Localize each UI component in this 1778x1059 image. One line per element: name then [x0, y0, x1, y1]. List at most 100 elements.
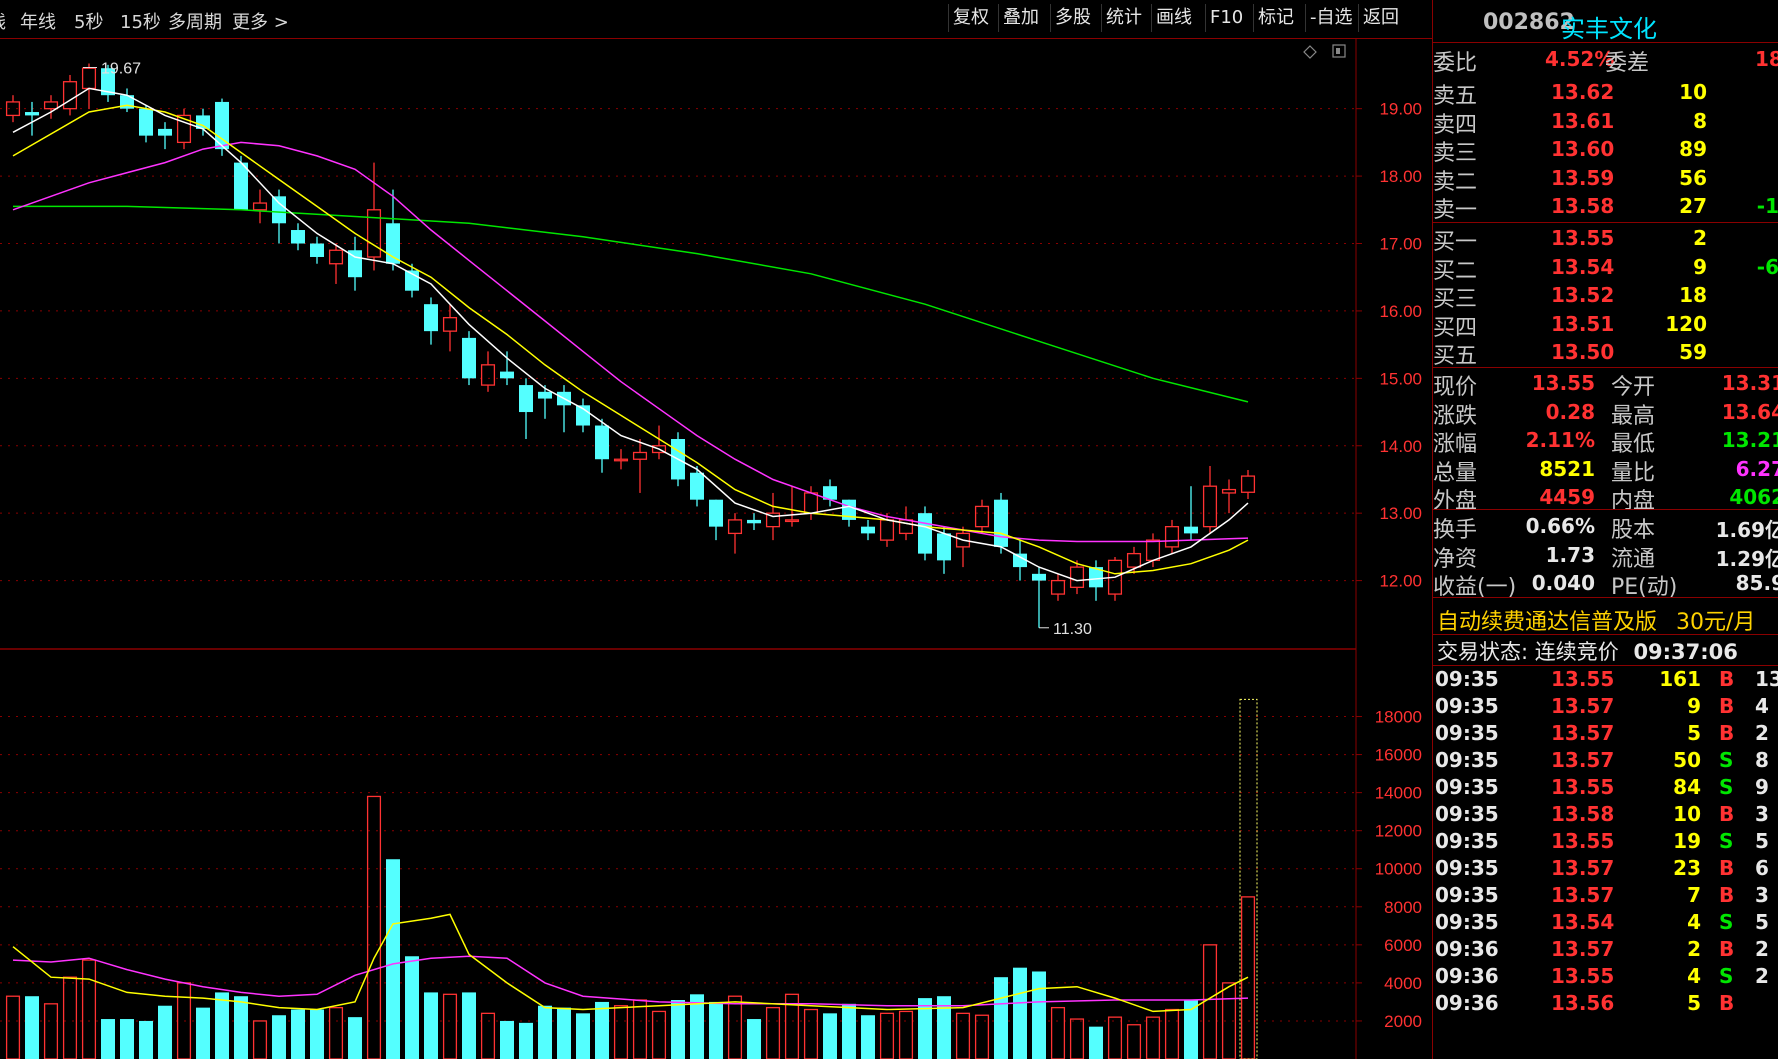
period-item-2[interactable]: 5秒: [74, 8, 103, 34]
tick-vol: 5: [1687, 721, 1701, 745]
candle-body-down: [861, 526, 875, 534]
buy-price[interactable]: 13.51: [1551, 312, 1614, 336]
stat-value: 4459: [1539, 485, 1595, 509]
tick-vol: 19: [1673, 829, 1701, 853]
period-item-4[interactable]: 多周期: [168, 8, 222, 34]
trade-status-label: 交易状态: 连续竞价: [1437, 640, 1619, 664]
candle-body-up: [81, 67, 97, 90]
sell-price[interactable]: 13.58: [1551, 194, 1614, 218]
toolbar-button-2[interactable]: 多股: [1050, 4, 1095, 32]
candle-body-up: [1126, 552, 1142, 568]
toolbar-button-3[interactable]: 统计: [1101, 4, 1146, 32]
toolbar-button-6[interactable]: 标记: [1253, 4, 1298, 32]
candle-body-down: [234, 162, 248, 210]
tick-side: B: [1719, 721, 1735, 745]
candle-body-down: [595, 425, 609, 460]
volume-bar-down: [671, 1000, 685, 1059]
tick-vol: 10: [1673, 802, 1701, 826]
ma5-line: [12, 87, 1249, 582]
sell-price[interactable]: 13.61: [1551, 109, 1614, 133]
tick-price: 13.55: [1551, 775, 1615, 799]
volume-bar-up: [1145, 1016, 1161, 1059]
diamond-icon: [1303, 45, 1317, 59]
volume-bar-up: [1107, 1016, 1123, 1059]
volume-bar-up: [765, 1006, 781, 1059]
stat-value: 4062: [1729, 485, 1778, 509]
tick-vol: 50: [1673, 748, 1701, 772]
candle-body-up: [613, 458, 629, 462]
toolbar-button-1[interactable]: 叠加: [998, 4, 1043, 32]
toolbar-button-7[interactable]: -自选: [1305, 4, 1357, 32]
candle-body-up: [252, 202, 268, 211]
period-item-0[interactable]: 线: [0, 8, 6, 34]
volume-bar-up: [955, 1012, 971, 1059]
tick-price: 13.55: [1551, 964, 1615, 988]
volume-tick-label: 14000: [1375, 784, 1422, 803]
buy-price[interactable]: 13.52: [1551, 283, 1614, 307]
fund-value: 1.73: [1545, 542, 1595, 567]
stock-name[interactable]: 实丰文化: [1561, 9, 1657, 44]
toolbar-button-8[interactable]: 返回: [1358, 4, 1403, 32]
tick-price: 13.57: [1551, 748, 1615, 772]
volume-bar-down: [861, 1015, 875, 1059]
volume-bar-down: [823, 1013, 837, 1059]
stat-label: 涨跌: [1433, 403, 1478, 429]
sell-price[interactable]: 13.62: [1551, 80, 1614, 104]
candle-body-up: [803, 492, 819, 514]
tick-vol: 161: [1659, 667, 1701, 691]
price-tick-label: 16.00: [1379, 302, 1422, 321]
buy-price[interactable]: 13.54: [1551, 255, 1614, 279]
stat-value: 6.27: [1735, 456, 1778, 481]
volume-bar-down: [215, 992, 229, 1059]
sell-price[interactable]: 13.59: [1551, 166, 1614, 190]
tick-vol: 5: [1687, 991, 1701, 1015]
tick-vol: 84: [1673, 775, 1701, 799]
stat-value: 13.31: [1721, 371, 1778, 395]
kline-chart[interactable]: 12.00 13.00 14.00 15.00 16.00 17.00 18.00 19.00…: [0, 38, 1432, 1059]
tick-time: 09:35: [1435, 829, 1499, 853]
buy-price[interactable]: 13.50: [1551, 340, 1614, 364]
fund-value: 0.66%: [1525, 514, 1595, 538]
panel-toggle-icon-fill: [1336, 48, 1340, 54]
toolbar-button-0[interactable]: 复权: [948, 4, 993, 32]
buy-vol: 9: [1693, 254, 1707, 279]
volume-bar-down: [500, 1020, 514, 1059]
tick-price: 13.54: [1551, 910, 1615, 934]
sell-price[interactable]: 13.60: [1551, 137, 1614, 161]
volume-bar-up: [974, 1014, 990, 1059]
volume-bar-down: [538, 1005, 552, 1059]
sell-label: 卖三: [1433, 141, 1478, 166]
candle-body-down: [690, 472, 704, 500]
period-item-1[interactable]: 年线: [20, 8, 56, 34]
candle-body-up: [1050, 579, 1066, 595]
period-item-5[interactable]: 更多 >: [232, 8, 289, 34]
sell-vol: 10: [1679, 80, 1707, 104]
buy-price[interactable]: 13.55: [1551, 226, 1614, 250]
tick-vol: 7: [1687, 883, 1701, 907]
stat-value: 13.21: [1721, 428, 1778, 452]
tick-vol: 2: [1687, 937, 1701, 961]
volume-bar-up: [328, 1006, 344, 1059]
tick-price: 13.57: [1551, 694, 1615, 718]
tick-extra: 9: [1755, 775, 1769, 799]
volume-bar-down: [842, 1003, 856, 1059]
tick-extra: 3: [1755, 883, 1769, 907]
volume-bar-up: [1050, 1006, 1066, 1059]
buy-vol: 2: [1693, 226, 1707, 250]
tick-time: 09:35: [1435, 910, 1499, 934]
toolbar-button-4[interactable]: 画线: [1151, 4, 1196, 32]
fund-value: 1.29亿: [1715, 546, 1778, 571]
buy-label: 买五: [1433, 344, 1478, 369]
tick-side: B: [1719, 802, 1735, 826]
toolbar-button-5[interactable]: F10: [1205, 4, 1247, 32]
sell-label: 卖一: [1433, 198, 1478, 223]
tick-extra: 3: [1755, 802, 1769, 826]
volume-bar-down: [386, 859, 400, 1059]
candle-body-down: [139, 108, 153, 136]
tick-extra: 2: [1755, 721, 1769, 745]
promo-banner[interactable]: 自动续费通达信普及版 30元/月: [1437, 604, 1755, 636]
volume-bar-down: [291, 1009, 305, 1059]
period-item-3[interactable]: 15秒: [120, 8, 161, 34]
tick-extra: 2: [1755, 964, 1769, 988]
stat-label: 量比: [1611, 460, 1656, 486]
